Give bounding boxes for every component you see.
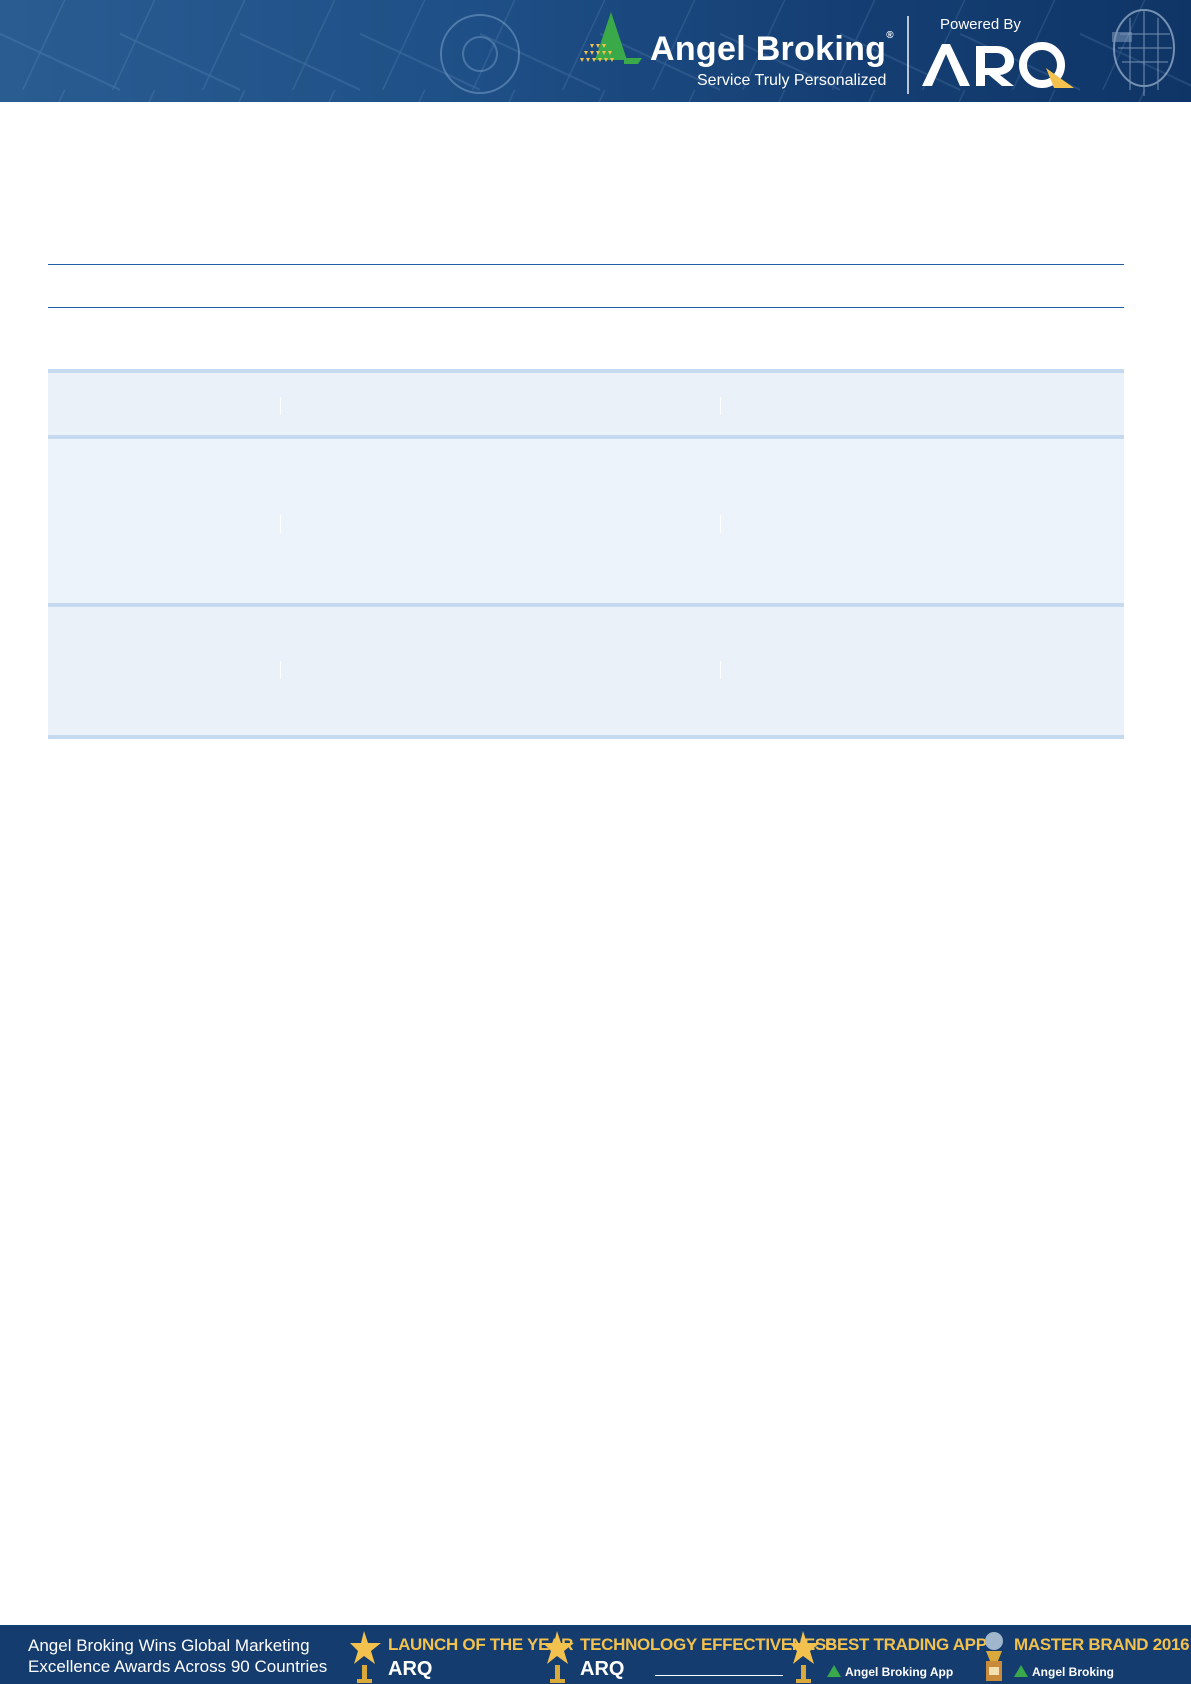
table-row <box>48 603 1124 739</box>
robot-head-graphic <box>1112 9 1175 96</box>
trophy-star-icon <box>543 1631 574 1683</box>
table-row <box>48 369 1124 439</box>
award-best-trading-app: BEST TRADING APP Angel Broking App <box>789 1627 987 1683</box>
powered-by-label: Powered By <box>940 16 1021 33</box>
column-separator <box>720 397 721 415</box>
award-app-label: Angel Broking App <box>827 1665 953 1679</box>
trophy-star-icon <box>350 1631 381 1683</box>
award-underline <box>655 1675 783 1676</box>
header-divider <box>907 16 909 94</box>
document-rule-top <box>48 264 1124 265</box>
brand-tagline: Service Truly Personalized <box>697 72 887 89</box>
document-rule-bottom <box>48 307 1124 308</box>
angel-broking-mini-logo-icon <box>827 1665 841 1677</box>
award-brand-label: Angel Broking <box>1014 1665 1114 1679</box>
trophy-star-icon <box>789 1631 820 1683</box>
column-separator <box>280 661 281 679</box>
award-technology-effectiveness: TECHNOLOGY EFFECTIVENESS ARQ <box>543 1627 837 1683</box>
footer-headline: Angel Broking Wins Global Marketing Exce… <box>28 1636 328 1676</box>
angel-broking-logo-icon <box>580 12 642 64</box>
column-separator <box>280 397 281 415</box>
brand-name: Angel Broking® <box>650 30 894 68</box>
banner-ring-graphic-inner <box>462 36 498 72</box>
table-row <box>48 435 1124 607</box>
globe-trophy-icon <box>985 1632 1003 1681</box>
column-separator <box>280 515 281 533</box>
header-banner: Angel Broking® Service Truly Personalize… <box>0 0 1191 102</box>
award-master-brand-2016: MASTER BRAND 2016 Angel Broking <box>980 1627 1190 1683</box>
column-separator <box>720 661 721 679</box>
arq-logo-icon <box>922 42 1074 88</box>
angel-broking-mini-logo-icon <box>1014 1665 1028 1677</box>
award-launch-of-the-year: LAUNCH OF THE YEAR ARQ <box>350 1627 573 1683</box>
footer-banner: Angel Broking Wins Global Marketing Exce… <box>0 1625 1191 1684</box>
column-separator <box>720 515 721 533</box>
